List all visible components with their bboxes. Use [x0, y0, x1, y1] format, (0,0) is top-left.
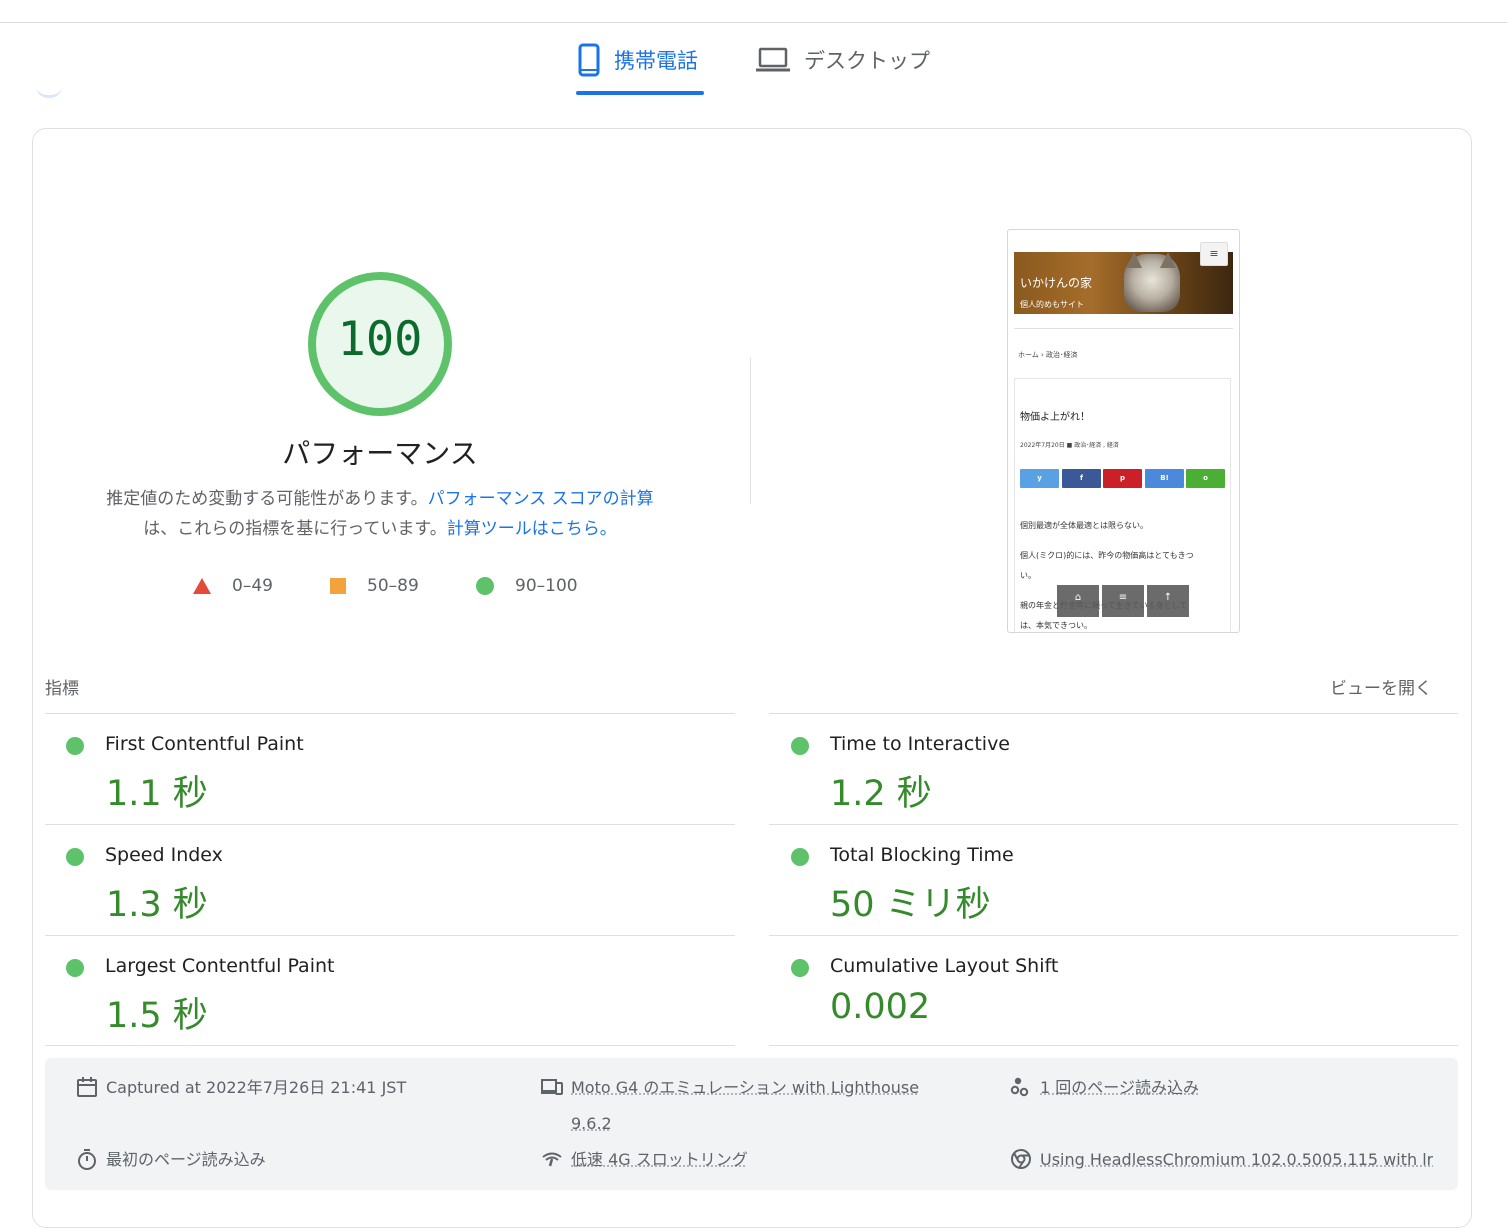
circle-icon: [476, 577, 494, 595]
pass-circle-icon: [66, 959, 84, 977]
page-loads[interactable]: 1 回のページ読み込み: [1010, 1070, 1199, 1106]
page-loads-text: 1 回のページ読み込み: [1040, 1078, 1199, 1097]
metrics-divider: [769, 824, 1458, 825]
cat-ear-right: [1160, 252, 1176, 268]
phone-icon: [578, 43, 600, 77]
pass-circle-icon: [791, 737, 809, 755]
metric-value: 0.002: [830, 987, 931, 1027]
metrics-heading: 指標: [45, 679, 79, 699]
tab-mobile[interactable]: 携帯電話: [578, 40, 698, 80]
metrics-divider: [45, 1045, 735, 1046]
metrics-divider: [45, 824, 735, 825]
legend-average-label: 50–89: [367, 576, 419, 596]
share-pinterest: p: [1103, 469, 1142, 488]
score-description: 推定値のため変動する可能性があります。パフォーマンス スコアの計算 は、これらの…: [70, 484, 690, 544]
metrics-divider: [769, 713, 1458, 714]
device-text: Moto G4 のエミュレーション with Lighthouse: [571, 1078, 920, 1097]
signal-icon: [542, 1152, 562, 1167]
top-divider: [0, 22, 1507, 23]
device-text-block: Moto G4 のエミュレーション with Lighthouse 9.6.2: [571, 1070, 951, 1142]
metric-name: Time to Interactive: [830, 733, 1010, 755]
multiple-circles-icon: [1010, 1077, 1029, 1097]
metric-name: Speed Index: [105, 844, 223, 866]
captured-at: Captured at 2022年7月26日 21:41 JST: [76, 1070, 406, 1106]
preview-paragraph: 個人(ミクロ)的には、昨今の物価高はとてもきつ: [1020, 551, 1194, 560]
emulated-device[interactable]: Moto G4 のエミュレーション with Lighthouse 9.6.2: [541, 1070, 951, 1142]
preview-paragraph: は、本気できつい。: [1020, 621, 1092, 630]
pass-circle-icon: [66, 737, 84, 755]
devices-icon: [541, 1079, 563, 1095]
preview-divider: [1014, 328, 1233, 329]
page-screenshot[interactable]: いかけんの家 個人的めもサイト ≡ ホーム › 政治･経済 物価よ上がれ！ 20…: [1007, 229, 1240, 633]
legend-pass: 90–100: [475, 574, 578, 598]
preview-breadcrumb: ホーム › 政治･経済: [1018, 351, 1078, 359]
tab-desktop-label: デスクトップ: [804, 49, 930, 73]
chrome-icon: [1011, 1149, 1031, 1169]
calculator-link[interactable]: 計算ツールはこちら。: [447, 519, 617, 539]
preview-paragraph: い。: [1020, 571, 1036, 580]
preview-post-title: 物価よ上がれ！: [1020, 412, 1090, 423]
preview-site-title: いかけんの家: [1020, 276, 1093, 290]
metric-value: 1.3 秒: [106, 885, 208, 925]
browser-version-text: Using HeadlessChromium 102.0.5005.115 wi…: [1040, 1150, 1434, 1169]
share-twitter: y: [1020, 469, 1059, 488]
square-icon: [330, 578, 346, 594]
desc-text-1: 推定値のため変動する可能性があります。: [106, 489, 428, 509]
preview-paragraph: 個別最適が全体最適とは限らない。: [1020, 521, 1148, 530]
metric-name: Largest Contentful Paint: [105, 955, 335, 977]
open-view-toggle[interactable]: ビューを開く: [1330, 674, 1432, 699]
performance-title: パフォーマンス: [282, 437, 478, 470]
tab-desktop[interactable]: デスクトップ: [756, 40, 930, 80]
captured-at-text: Captured at 2022年7月26日 21:41 JST: [106, 1078, 407, 1097]
throttling-text: 低速 4G スロットリング: [571, 1150, 748, 1169]
metrics-divider: [769, 1045, 1458, 1046]
legend-pass-label: 90–100: [515, 576, 578, 596]
score-value: 100: [337, 312, 423, 367]
initial-page-load: 最初のページ読み込み: [76, 1142, 266, 1178]
home-icon: ⌂: [1057, 585, 1099, 617]
legend-fail-label: 0–49: [232, 576, 273, 596]
share-line: o: [1186, 469, 1225, 488]
metric-value: 50 ミリ秒: [830, 885, 991, 925]
laptop-icon: [756, 47, 790, 72]
metric-name: First Contentful Paint: [105, 733, 304, 755]
triangle-icon: [193, 578, 211, 594]
metrics-divider: [769, 935, 1458, 936]
active-tab-indicator: [576, 91, 704, 95]
score-calc-link[interactable]: パフォーマンス スコアの計算: [428, 489, 654, 509]
menu-icon: ≡: [1102, 585, 1144, 617]
metric-value: 1.5 秒: [106, 996, 208, 1036]
cat-ear-left: [1126, 252, 1142, 268]
stopwatch-icon: [78, 1149, 96, 1170]
lighthouse-version: 9.6.2: [571, 1114, 612, 1133]
legend-average: 50–89: [329, 574, 419, 598]
throttling[interactable]: 低速 4G スロットリング: [541, 1142, 748, 1178]
initial-page-load-text: 最初のページ読み込み: [106, 1150, 266, 1169]
pass-circle-icon: [66, 848, 84, 866]
desc-text-2: は、これらの指標を基に行っています。: [143, 519, 447, 539]
preview-post-meta: 2022年7月20日 ■ 政治･経済 , 経済: [1020, 442, 1119, 449]
arrow-up-icon: ↑: [1147, 585, 1189, 617]
metric-value: 1.2 秒: [830, 774, 932, 814]
share-facebook: f: [1062, 469, 1101, 488]
metric-name: Cumulative Layout Shift: [830, 955, 1059, 977]
menu-icon: ≡: [1200, 242, 1228, 266]
pass-circle-icon: [791, 848, 809, 866]
metric-name: Total Blocking Time: [830, 844, 1014, 866]
pass-circle-icon: [791, 959, 809, 977]
vertical-divider: [750, 358, 751, 504]
browser-version[interactable]: Using HeadlessChromium 102.0.5005.115 wi…: [1010, 1142, 1433, 1178]
legend-fail: 0–49: [192, 574, 273, 598]
preview-site-subtitle: 個人的めもサイト: [1020, 300, 1084, 309]
tab-mobile-label: 携帯電話: [614, 49, 698, 73]
metrics-divider: [45, 935, 735, 936]
calendar-icon: [77, 1077, 97, 1097]
metrics-divider: [45, 713, 735, 714]
faint-arc: [36, 86, 62, 98]
share-hatena: B!: [1145, 469, 1184, 488]
metric-value: 1.1 秒: [106, 774, 208, 814]
